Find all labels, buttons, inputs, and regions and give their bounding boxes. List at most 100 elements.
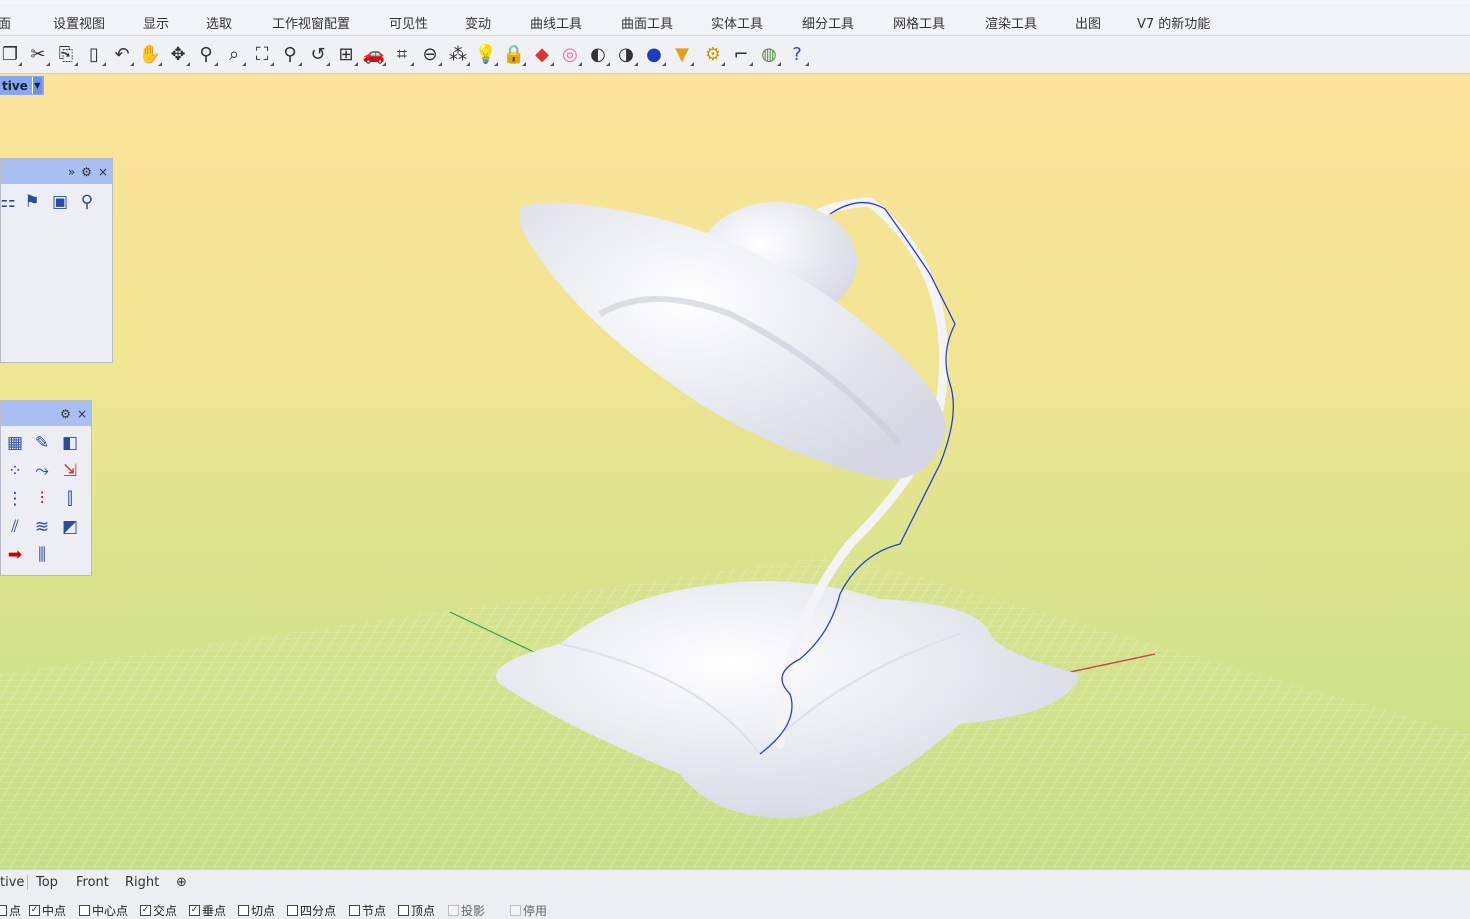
expand-icon[interactable]: » — [68, 165, 75, 179]
osnap-checkbox[interactable]: ✓ 中点 — [29, 902, 66, 919]
checkbox-icon[interactable] — [0, 905, 7, 916]
menu-item[interactable]: V7 的新功能 — [1137, 13, 1210, 32]
solid-box-icon[interactable]: ◧ — [57, 430, 83, 456]
menu-item[interactable]: 曲面工具 — [621, 13, 673, 32]
box-icon[interactable]: ▣ — [47, 189, 73, 215]
cplane-icon[interactable]: ⊖ — [417, 40, 443, 68]
osnap-checkbox[interactable]: 切点 — [238, 902, 275, 919]
checkbox-icon[interactable] — [287, 905, 298, 916]
edit-curve-icon[interactable]: ✎ — [29, 430, 55, 456]
checkbox-icon[interactable] — [510, 905, 521, 916]
checkbox-icon[interactable] — [448, 905, 459, 916]
checkbox-icon[interactable]: ✓ — [29, 905, 40, 916]
menu-item[interactable]: 曲线工具 — [530, 13, 582, 32]
menu-item[interactable]: 渲染工具 — [985, 13, 1037, 32]
rotate-view-icon[interactable]: ✥ — [165, 40, 191, 68]
object-tree-icon[interactable]: ⚏ — [0, 189, 21, 215]
viewport-tab[interactable]: Front — [76, 875, 109, 890]
named-cplane-icon[interactable]: ⌗ — [389, 40, 415, 68]
bend-icon[interactable]: ◩ — [57, 514, 83, 540]
osnap-checkbox[interactable]: 中心点 — [79, 902, 128, 919]
osnap-checkbox[interactable]: ✓ 垂点 — [189, 902, 226, 919]
close-icon[interactable]: × — [77, 407, 87, 421]
add-viewport-tab-icon[interactable]: ⊕ — [176, 875, 187, 890]
lock-icon[interactable]: 🔒 — [501, 40, 527, 68]
osnap-checkbox[interactable]: 投影 — [448, 902, 485, 919]
light-icon[interactable]: 💡 — [473, 40, 499, 68]
distribute-icon[interactable]: ⫶ — [29, 486, 55, 512]
copy-icon[interactable]: ⎘ — [53, 40, 79, 68]
cut-icon[interactable]: ✂ — [25, 40, 51, 68]
osnap-checkbox[interactable]: 点 — [0, 902, 21, 919]
car-named-view-icon[interactable]: 🚗 — [361, 40, 387, 68]
viewport-menu-dropdown-icon[interactable]: ▼ — [31, 77, 42, 94]
flow-icon[interactable]: ≋ — [29, 514, 55, 540]
checkbox-icon[interactable] — [349, 905, 360, 916]
osnap-checkbox[interactable]: 顶点 — [398, 902, 435, 919]
checkbox-icon[interactable] — [398, 905, 409, 916]
zoom-icon[interactable]: ⚲ — [193, 40, 219, 68]
new-icon[interactable]: ❐ — [0, 40, 23, 68]
help-icon[interactable]: ? — [784, 40, 810, 68]
checkbox-icon[interactable] — [238, 905, 249, 916]
flag-icon[interactable]: ⚑ — [19, 189, 45, 215]
taper-icon[interactable]: ⫿ — [57, 486, 83, 512]
menu-item[interactable]: 出图 — [1075, 13, 1101, 32]
menu-item[interactable]: 变动 — [465, 13, 491, 32]
osnap-checkbox[interactable]: 节点 — [349, 902, 386, 919]
array-icon[interactable]: ▦ — [2, 430, 28, 456]
four-viewports-icon[interactable]: ⊞ — [333, 40, 359, 68]
layer-icon[interactable]: ◆ — [529, 40, 555, 68]
options-gear-icon[interactable]: ⚙ — [700, 40, 726, 68]
points-icon[interactable]: ⁂ — [445, 40, 471, 68]
menu-item[interactable]: 面 — [0, 13, 11, 32]
checkbox-icon[interactable] — [79, 905, 90, 916]
move-arrow-icon[interactable]: ➡ — [2, 542, 28, 568]
gear-icon[interactable]: ⚙ — [60, 407, 71, 421]
checkbox-icon[interactable]: ✓ — [140, 905, 151, 916]
menu-item[interactable]: 显示 — [143, 13, 169, 32]
zoom-selected-icon[interactable]: ⚲ — [277, 40, 303, 68]
color-wheel-icon[interactable]: ◎ — [557, 40, 583, 68]
undo-view-icon[interactable]: ↺ — [305, 40, 331, 68]
ghosted-cone-icon[interactable]: ▼ — [669, 40, 695, 68]
shaded-sphere-icon[interactable]: ◐ — [585, 40, 611, 68]
menu-item[interactable]: 设置视图 — [53, 13, 105, 32]
close-icon[interactable]: × — [98, 165, 108, 179]
viewport-title-tab[interactable]: tive ▼ — [0, 76, 44, 95]
align-icon[interactable]: ⋮ — [2, 486, 28, 512]
panel-2-header[interactable]: ⚙ × — [1, 401, 91, 426]
menu-item[interactable]: 实体工具 — [711, 13, 763, 32]
mirror-icon[interactable]: ⫼ — [29, 542, 55, 568]
menu-item[interactable]: 选取 — [206, 13, 232, 32]
panel-1-header[interactable]: » ⚙ × — [1, 159, 112, 184]
zoom-extents-icon[interactable]: ⛶ — [249, 40, 275, 68]
dimension-icon[interactable]: ⌐ — [728, 40, 754, 68]
menu-item[interactable]: 网格工具 — [893, 13, 945, 32]
zoom-window-icon[interactable]: ⌕ — [221, 40, 247, 68]
osnap-checkbox[interactable]: 停用 — [510, 902, 547, 919]
blue-sphere-icon[interactable]: ● — [641, 40, 667, 68]
paste-icon[interactable]: ▯ — [81, 40, 107, 68]
sync-icon[interactable]: ◍ — [756, 40, 782, 68]
undo-icon[interactable]: ↶ — [109, 40, 135, 68]
pan-hand-icon[interactable]: ✋ — [137, 40, 163, 68]
perspective-viewport[interactable]: tive ▼ — [0, 74, 1470, 869]
checkbox-icon[interactable]: ✓ — [189, 905, 200, 916]
viewport-tab[interactable]: tive — [0, 875, 29, 890]
funnel-icon[interactable]: ⚲ — [74, 189, 100, 215]
viewport-tab[interactable]: Right — [125, 875, 159, 890]
osnap-checkbox[interactable]: 四分点 — [287, 902, 336, 919]
osnap-label: 中心点 — [92, 904, 129, 918]
twist-icon[interactable]: ⤳ — [29, 458, 55, 484]
menu-item[interactable]: 可见性 — [389, 13, 428, 32]
points-small-icon[interactable]: ⁘ — [2, 458, 28, 484]
menu-item[interactable]: 细分工具 — [802, 13, 854, 32]
menu-item[interactable]: 工作视窗配置 — [272, 13, 350, 32]
rendered-sphere-icon[interactable]: ◑ — [613, 40, 639, 68]
shear-icon[interactable]: ⫽ — [2, 514, 28, 540]
gear-icon[interactable]: ⚙ — [81, 165, 92, 179]
viewport-tab[interactable]: Top — [36, 875, 58, 890]
scale-icon[interactable]: ⇲ — [57, 458, 83, 484]
osnap-checkbox[interactable]: ✓ 交点 — [140, 902, 177, 919]
